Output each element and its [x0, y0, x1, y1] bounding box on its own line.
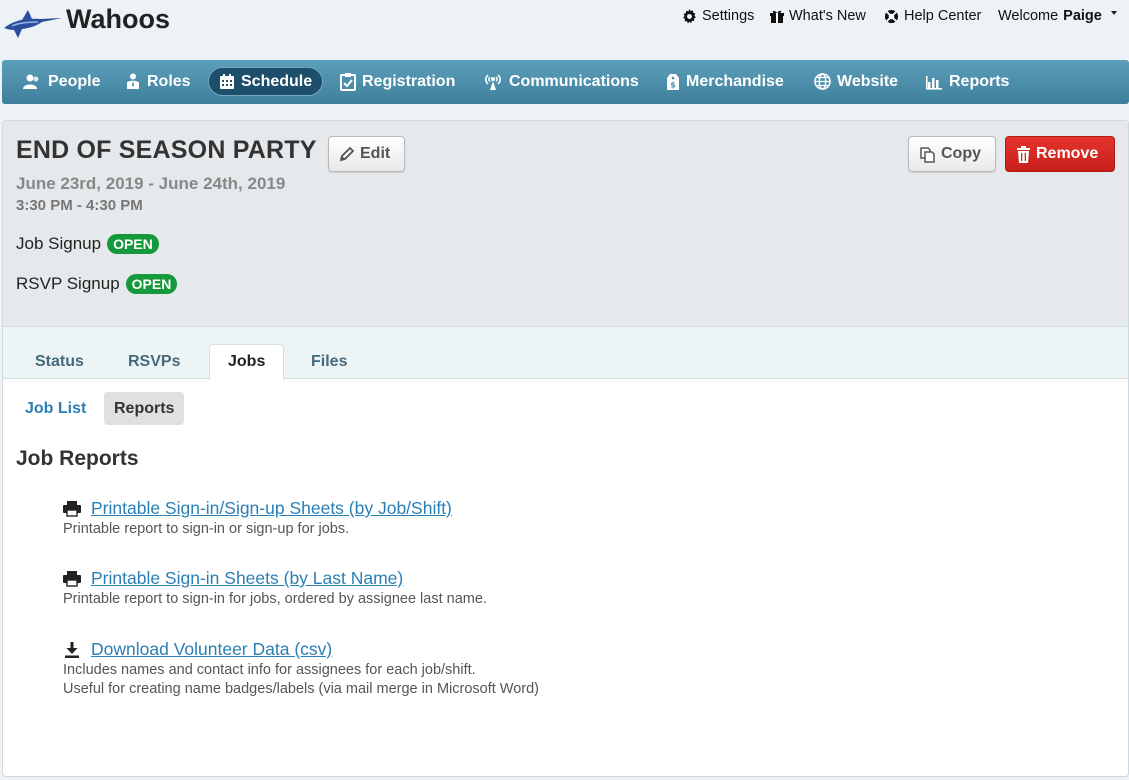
nav-item-website[interactable]: Website [804, 67, 908, 96]
nav-item-label: Roles [147, 72, 191, 90]
main-nav: People Roles Schedule Registration Commu… [2, 60, 1129, 104]
nav-item-label: People [48, 72, 101, 90]
job-signup-status: Job Signup OPEN [16, 234, 159, 254]
svg-text:$: $ [670, 80, 676, 89]
copy-button[interactable]: Copy [908, 136, 996, 172]
rsvp-signup-label: RSVP Signup [16, 274, 120, 293]
nav-item-communications[interactable]: Communications [473, 67, 649, 96]
nav-item-reports[interactable]: Reports [915, 67, 1019, 96]
event-time-range: 3:30 PM - 4:30 PM [16, 197, 143, 214]
remove-label: Remove [1036, 145, 1099, 162]
trash-icon [1017, 145, 1030, 163]
brand-name[interactable]: Wahoos [66, 4, 170, 35]
rsvp-signup-status: RSVP Signup OPEN [16, 274, 178, 294]
report-description: Includes names and contact info for assi… [63, 662, 476, 678]
tab-files[interactable]: Files [293, 344, 365, 380]
user-name: Paige [1063, 8, 1102, 24]
settings-link[interactable]: Settings [682, 8, 754, 24]
user-menu[interactable]: Welcome Paige [998, 8, 1117, 24]
globe-icon [814, 73, 831, 90]
help-center-label: Help Center [904, 8, 982, 24]
report-link-download-csv[interactable]: Download Volunteer Data (csv) [63, 639, 539, 660]
report-link-signup-sheets[interactable]: Printable Sign-in/Sign-up Sheets (by Job… [63, 498, 452, 519]
event-title: END OF SEASON PARTY [16, 136, 317, 164]
price-tag-icon: $ [667, 73, 679, 90]
download-icon [65, 641, 79, 658]
subtab-reports[interactable]: Reports [104, 392, 185, 425]
marlin-logo-icon [4, 10, 62, 38]
life-ring-icon [884, 9, 899, 23]
report-item: Printable Sign-in Sheets (by Last Name) … [63, 568, 487, 608]
copy-icon [920, 146, 935, 163]
status-badge: OPEN [125, 274, 178, 294]
nav-item-merchandise[interactable]: $ Merchandise [656, 67, 794, 96]
top-header: Wahoos Settings What's New Help Center W… [0, 0, 1129, 58]
nav-item-label: Schedule [241, 72, 313, 90]
calendar-icon [220, 73, 234, 89]
report-description: Useful for creating name badges/labels (… [63, 681, 540, 697]
nav-item-label: Registration [362, 72, 456, 90]
report-link-signin-sheets[interactable]: Printable Sign-in Sheets (by Last Name) [63, 568, 487, 589]
report-link-label: Printable Sign-in Sheets (by Last Name) [91, 568, 404, 588]
subtab-job-list[interactable]: Job List [15, 392, 96, 425]
status-badge: OPEN [107, 234, 159, 254]
report-link-label: Download Volunteer Data (csv) [91, 639, 333, 659]
event-panel: END OF SEASON PARTY Edit Copy Remove Jun… [2, 120, 1129, 777]
whats-new-label: What's New [789, 8, 866, 24]
nav-item-label: Merchandise [686, 72, 784, 90]
people-icon [23, 74, 39, 89]
roles-icon [127, 73, 139, 89]
whats-new-link[interactable]: What's New [770, 8, 866, 24]
printer-icon [63, 500, 81, 517]
report-description: Printable report to sign-in for jobs, or… [63, 591, 487, 607]
help-center-link[interactable]: Help Center [884, 8, 981, 24]
printer-icon [63, 570, 81, 587]
nav-item-registration[interactable]: Registration [330, 67, 465, 96]
gift-icon [770, 10, 784, 23]
nav-item-label: Website [837, 72, 899, 90]
nav-item-schedule[interactable]: Schedule [208, 67, 324, 96]
report-item: Download Volunteer Data (csv) Includes n… [63, 639, 539, 698]
broadcast-icon [485, 73, 501, 90]
copy-label: Copy [941, 145, 981, 162]
nav-item-label: Reports [949, 72, 1010, 90]
checklist-icon [340, 72, 356, 91]
brand-logo[interactable] [2, 4, 64, 40]
report-item: Printable Sign-in/Sign-up Sheets (by Job… [63, 498, 452, 538]
caret-down-icon [1110, 11, 1117, 15]
nav-item-people[interactable]: People [12, 67, 110, 96]
nav-item-label: Communications [509, 72, 639, 90]
remove-button[interactable]: Remove [1005, 136, 1115, 172]
section-title: Job Reports [16, 447, 139, 470]
tab-rsvps[interactable]: RSVPs [110, 344, 198, 380]
job-signup-label: Job Signup [16, 234, 102, 253]
tab-jobs[interactable]: Jobs [209, 344, 285, 380]
tab-status[interactable]: Status [17, 344, 102, 380]
event-header: END OF SEASON PARTY Edit Copy Remove Jun… [3, 121, 1128, 327]
edit-label: Edit [360, 145, 391, 162]
gear-icon [683, 8, 696, 23]
report-link-label: Printable Sign-in/Sign-up Sheets (by Job… [91, 498, 452, 518]
tab-bar: Status RSVPs Jobs Files [3, 327, 1128, 380]
event-date-range: June 23rd, 2019 - June 24th, 2019 [16, 174, 286, 193]
report-description: Printable report to sign-in or sign-up f… [63, 521, 350, 537]
pencil-icon [339, 146, 355, 162]
welcome-label: Welcome [998, 8, 1059, 24]
edit-button[interactable]: Edit [328, 136, 405, 172]
settings-label: Settings [702, 8, 755, 24]
bar-chart-icon [926, 75, 942, 90]
nav-item-roles[interactable]: Roles [115, 67, 201, 96]
